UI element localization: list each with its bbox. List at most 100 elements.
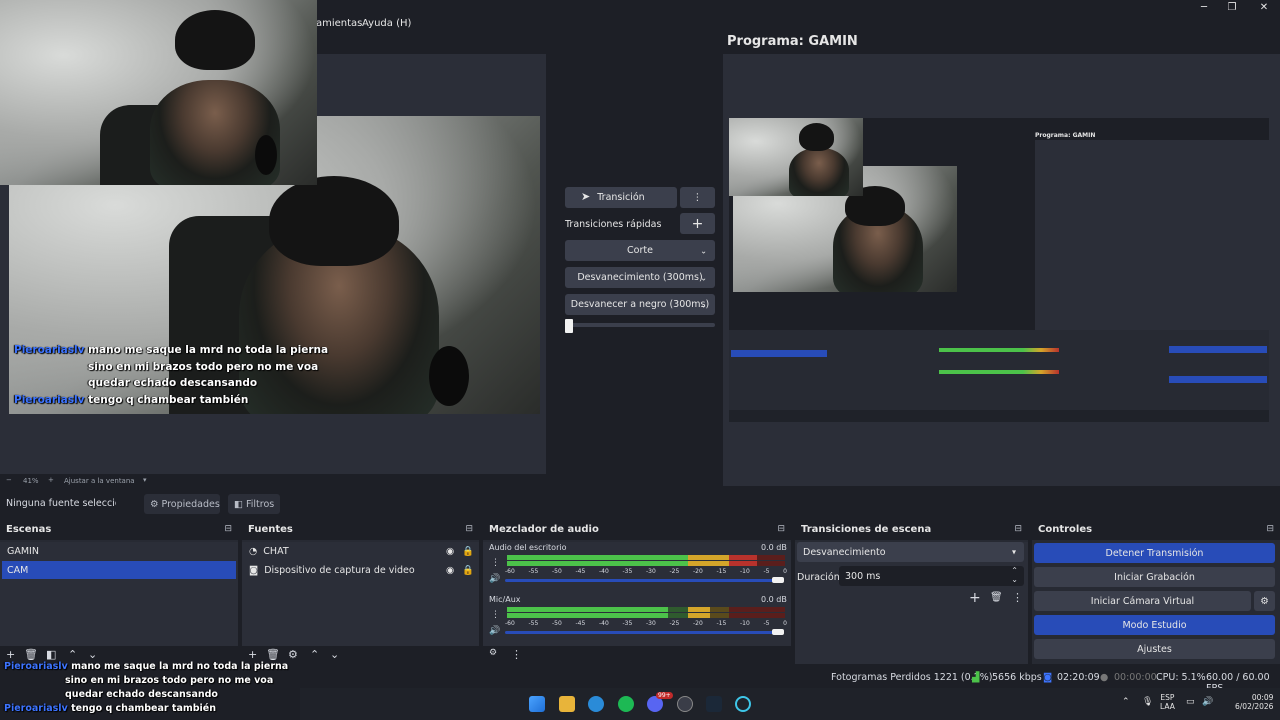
chevron-down-icon: ⌄ [700, 300, 707, 309]
scene-filters-icon[interactable]: ◧ [46, 648, 56, 661]
undock-icon[interactable]: ⊟ [777, 524, 785, 534]
quick-transition-fade-black[interactable]: Desvanecer a negro (300ms) ⌄ [565, 294, 715, 315]
studio-mode-button[interactable]: Modo Estudio [1034, 615, 1275, 635]
zoom-in-button[interactable]: + [48, 476, 54, 484]
microphone-icon[interactable]: 🎙 [1142, 697, 1153, 707]
move-up-icon[interactable]: ⌃ [68, 648, 77, 661]
transition-button[interactable]: ➤ Transición [565, 187, 677, 208]
stepper-down-icon[interactable]: ⌄ [1011, 575, 1018, 584]
filters-button[interactable]: ◧ Filtros [228, 494, 280, 514]
zoom-out-button[interactable]: − [6, 476, 12, 484]
remove-scene-icon[interactable]: 🗑 [24, 648, 38, 661]
language-indicator[interactable]: ESP LAA [1160, 693, 1175, 711]
visibility-icon[interactable]: ◉ [446, 565, 454, 576]
add-quick-transition-button[interactable]: + [680, 213, 715, 234]
scene-item-cam[interactable]: CAM [2, 561, 236, 579]
transition-slider-track[interactable] [565, 323, 715, 327]
move-down-icon[interactable]: ⌄ [330, 648, 339, 661]
remove-source-icon[interactable]: 🗑 [266, 648, 280, 661]
scale-tick: -40 [599, 620, 609, 627]
bitrate: 5656 kbps [992, 672, 1042, 683]
quick-transition-fade[interactable]: Desvanecimiento (300ms) ⌄ [565, 267, 715, 288]
transition-slider-handle[interactable] [565, 319, 573, 333]
properties-button[interactable]: ⚙ Propiedades [144, 494, 220, 514]
source-item-chat[interactable]: ◔ CHAT ◉ 🔒 [244, 542, 477, 560]
zoom-fit-label[interactable]: Ajustar a la ventana [64, 477, 135, 485]
obs-icon[interactable] [677, 696, 693, 712]
remove-transition-icon[interactable]: 🗑 [990, 592, 1003, 603]
undock-icon[interactable]: ⊟ [1266, 524, 1274, 534]
duration-input[interactable]: 300 ms ⌃ ⌄ [839, 566, 1024, 586]
scale-tick: -30 [646, 568, 656, 575]
source-item-video-capture[interactable]: ◙ Dispositivo de captura de video ◉ 🔒 [244, 561, 477, 579]
file-explorer-icon[interactable] [559, 696, 575, 712]
chat-message: mano me saque la mrd no toda la pierna [88, 344, 329, 356]
network-icon[interactable]: ▭ [1186, 697, 1195, 707]
quick-transition-cut[interactable]: Corte ⌄ [565, 240, 715, 261]
tray-expand-icon[interactable]: ⌃ [1122, 697, 1130, 707]
language-code: ESP [1160, 693, 1175, 702]
visibility-icon[interactable]: ◉ [446, 546, 454, 557]
start-recording-button[interactable]: Iniciar Grabación [1034, 567, 1275, 587]
nested-camera-feed-small [729, 118, 863, 196]
add-scene-icon[interactable]: + [6, 648, 15, 661]
volume-slider[interactable] [505, 579, 779, 582]
volume-slider-handle[interactable] [772, 629, 784, 635]
track-menu-icon[interactable]: ⋮ [491, 558, 500, 568]
minimize-icon[interactable]: ─ [1194, 2, 1214, 16]
chat-line: sino en mi brazos todo pero no me voa [88, 361, 318, 373]
speaker-icon[interactable]: 🔊 [489, 626, 500, 636]
move-up-icon[interactable]: ⌃ [310, 648, 319, 661]
sources-dock-header: Fuentes ⊟ [242, 520, 479, 540]
undock-icon[interactable]: ⊟ [1014, 524, 1022, 534]
scale-tick: -15 [716, 620, 727, 627]
start-icon[interactable] [529, 696, 545, 712]
track-menu-icon[interactable]: ⋮ [491, 610, 500, 620]
zoom-dropdown-icon[interactable]: ▾ [143, 476, 147, 484]
chat-line: Pieroariaslv tengo q chambear también [4, 703, 216, 714]
move-down-icon[interactable]: ⌄ [88, 648, 97, 661]
clock[interactable]: 00:09 6/02/2026 [1235, 693, 1273, 711]
camera-icon: ◙ [249, 564, 259, 576]
app-icon[interactable] [735, 696, 751, 712]
add-source-icon[interactable]: + [248, 648, 257, 661]
scenes-title: Escenas [6, 524, 52, 535]
volume-icon[interactable]: 🔊 [1202, 697, 1213, 707]
spotify-icon[interactable] [618, 696, 634, 712]
undock-icon[interactable]: ⊟ [465, 524, 473, 534]
track-db: 0.0 dB [761, 595, 787, 604]
volume-slider-handle[interactable] [772, 577, 784, 583]
close-icon[interactable]: ✕ [1254, 2, 1274, 16]
scene-transitions-header: Transiciones de escena ⊟ [795, 520, 1028, 540]
menu-help[interactable]: Ayuda (H) [362, 18, 411, 29]
track-meter [507, 607, 785, 612]
transition-more-button[interactable]: ⋮ [680, 187, 715, 208]
steam-icon[interactable] [706, 696, 722, 712]
chevron-down-icon: ▾ [1011, 547, 1016, 557]
edge-icon[interactable] [588, 696, 604, 712]
scene-item-gamin[interactable]: GAMIN [2, 542, 236, 560]
settings-button[interactable]: Ajustes [1034, 639, 1275, 659]
add-transition-icon[interactable]: + [969, 590, 981, 606]
menu-tools[interactable]: amientas [316, 18, 362, 29]
source-properties-icon[interactable]: ⚙ [288, 648, 298, 661]
chat-message: tengo q chambear también [71, 703, 217, 714]
stepper-up-icon[interactable]: ⌃ [1011, 566, 1018, 575]
meter-segment-yellow-dim [709, 607, 730, 612]
mixer-menu-icon[interactable]: ⋮ [511, 648, 522, 661]
advanced-audio-icon[interactable]: ⚙ [489, 648, 497, 658]
track-meter [507, 555, 785, 560]
undock-icon[interactable]: ⊟ [224, 524, 232, 534]
stop-streaming-button[interactable]: Detener Transmisión [1034, 543, 1275, 563]
lock-icon[interactable]: 🔒 [462, 546, 474, 557]
virtual-camera-settings-icon[interactable]: ⚙ [1254, 591, 1275, 611]
scene-item-label: GAMIN [7, 545, 39, 557]
transition-select[interactable]: Desvanecimiento ▾ [797, 542, 1024, 562]
maximize-icon[interactable]: ❐ [1222, 2, 1242, 16]
speaker-icon[interactable]: 🔊 [489, 574, 500, 584]
transition-menu-icon[interactable]: ⋮ [1012, 591, 1023, 604]
lock-icon[interactable]: 🔒 [462, 565, 474, 576]
volume-slider[interactable] [505, 631, 779, 634]
start-virtual-camera-button[interactable]: Iniciar Cámara Virtual [1034, 591, 1251, 611]
track-meter [507, 561, 785, 566]
